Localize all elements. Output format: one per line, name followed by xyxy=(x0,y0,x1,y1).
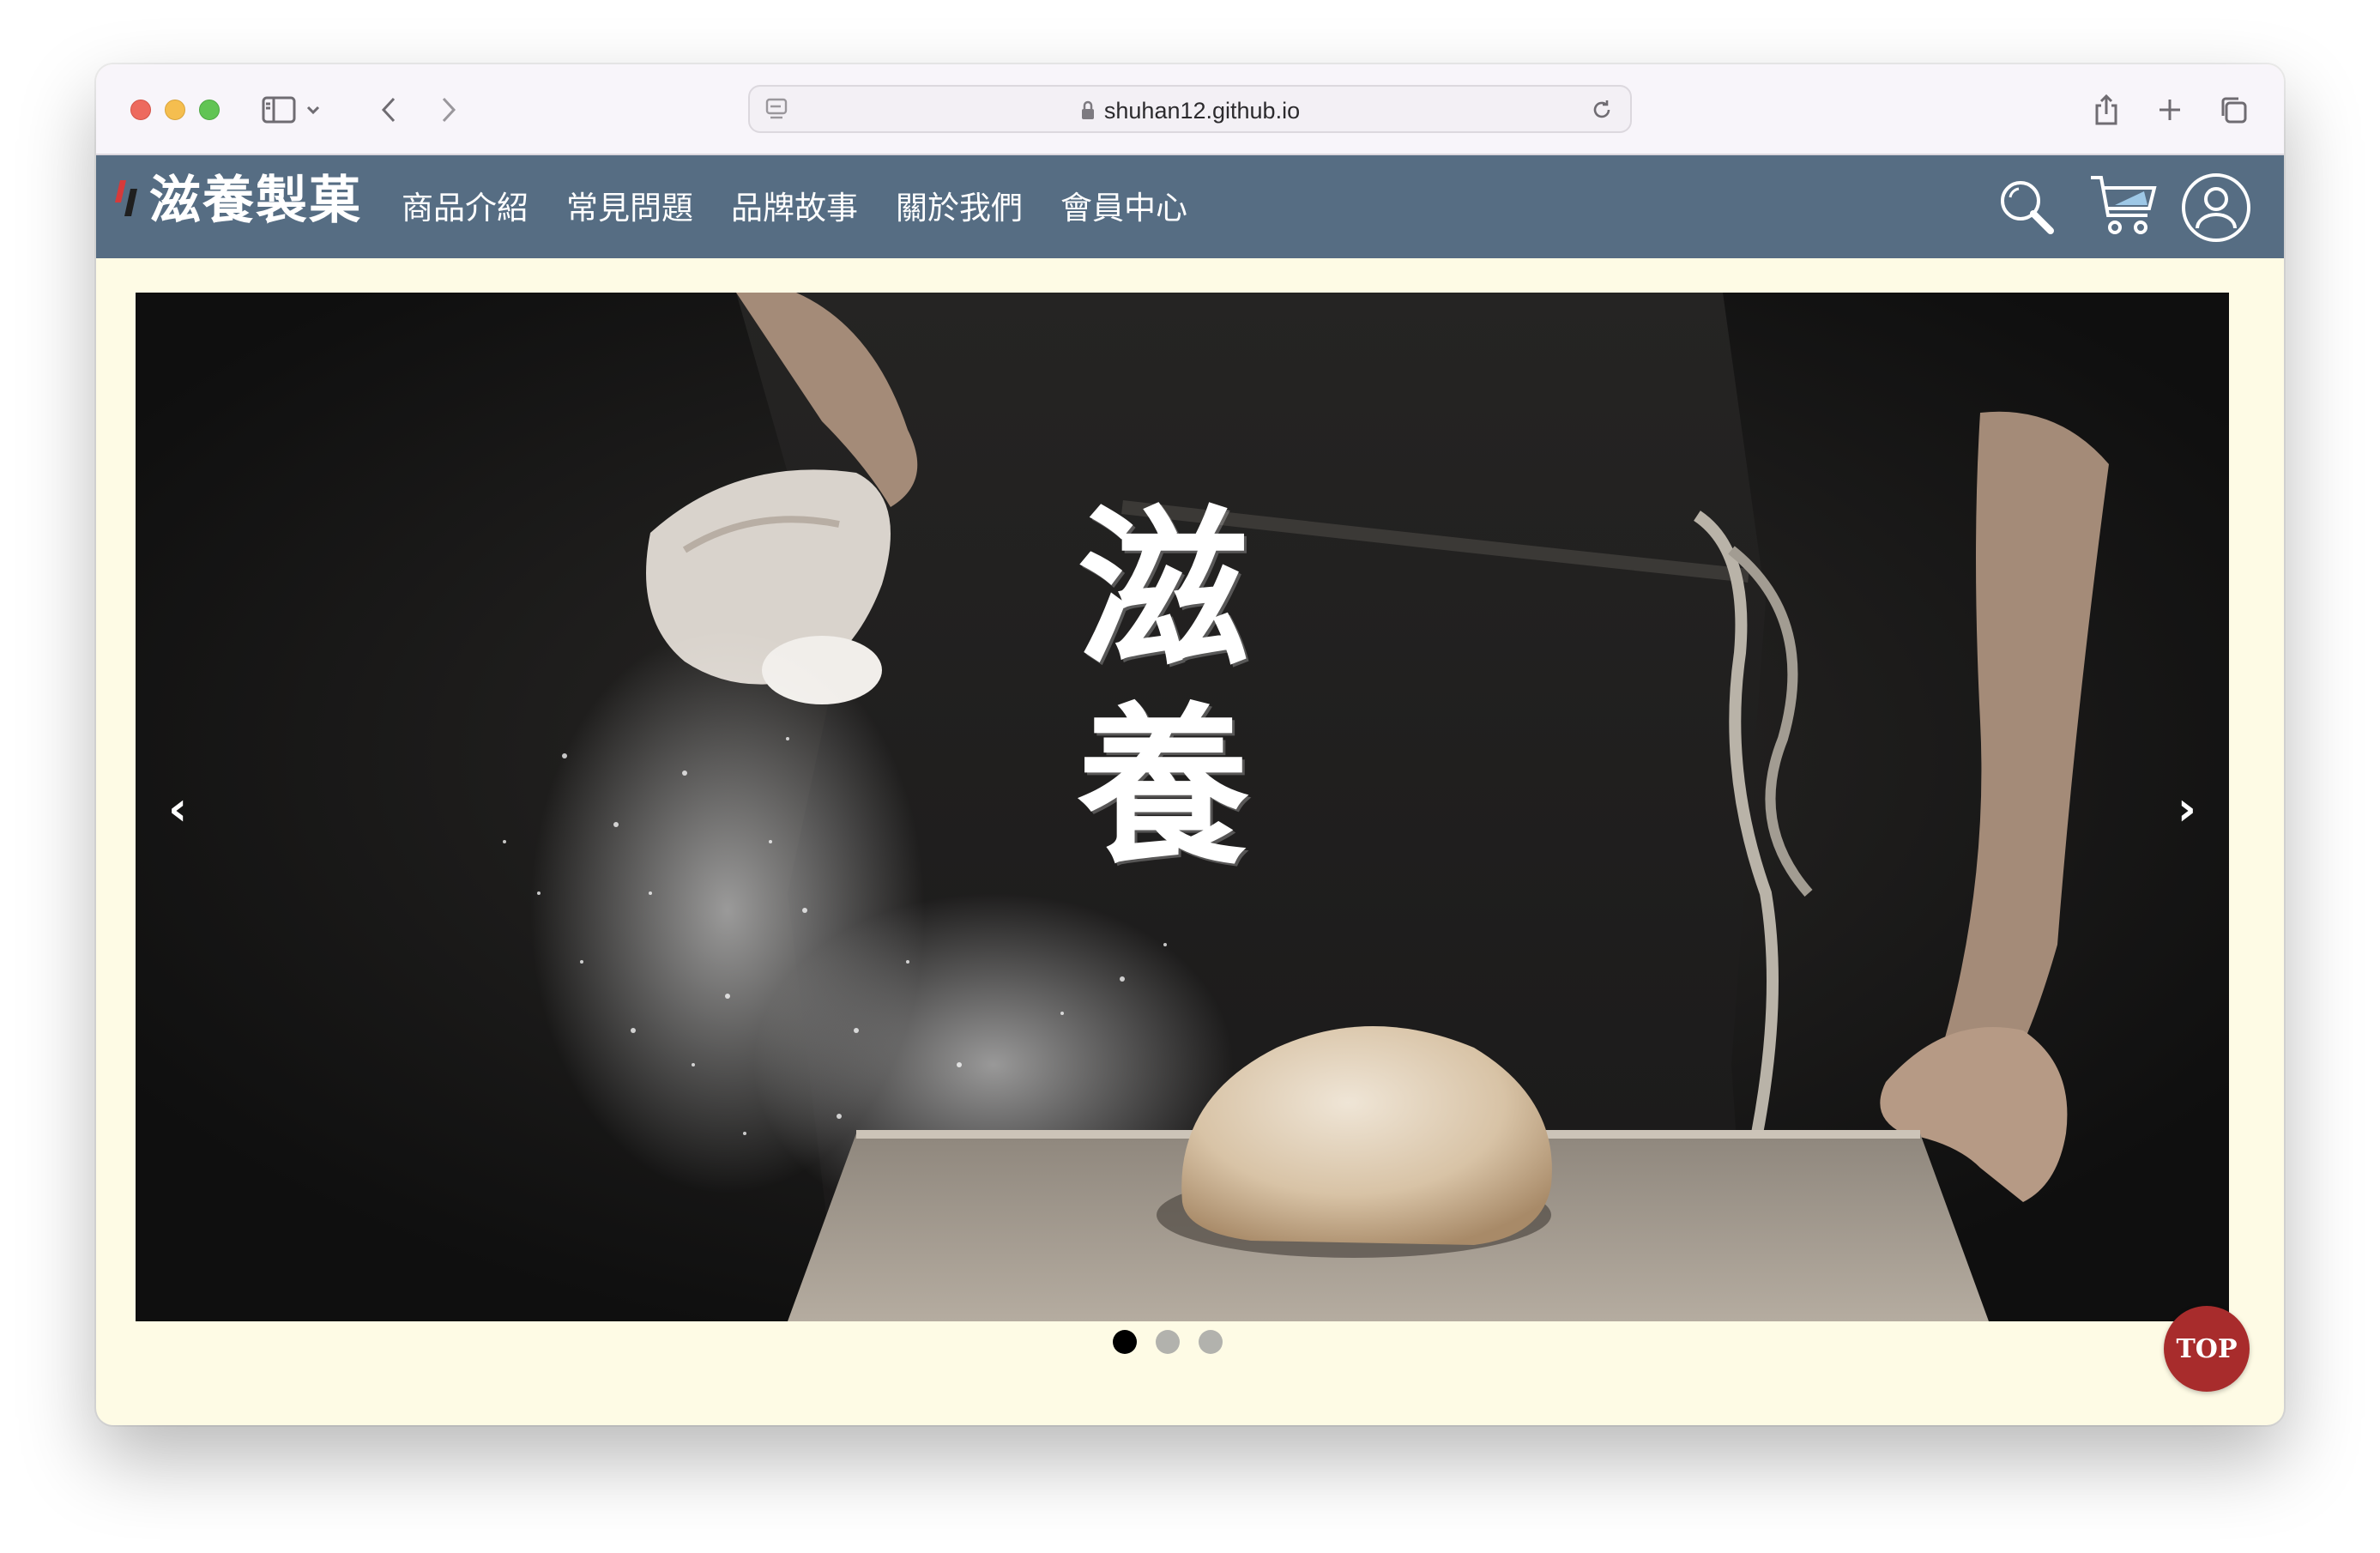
close-window-button[interactable] xyxy=(130,100,151,120)
plus-icon[interactable] xyxy=(2150,90,2190,130)
minimize-window-button[interactable] xyxy=(165,100,185,120)
browser-toolbar: shuhan12.github.io xyxy=(96,64,2284,155)
user-icon[interactable] xyxy=(2179,171,2253,245)
lock-icon xyxy=(1081,100,1094,119)
hero-title: 滋養 xyxy=(1048,499,1249,893)
carousel-dot-1[interactable] xyxy=(1113,1330,1137,1354)
browser-window: shuhan12.github.io 滋養製菓 商品介紹 常見問題 品牌故事 關… xyxy=(96,64,2284,1425)
site-logo[interactable]: 滋養製菓 xyxy=(112,171,362,231)
url-display: shuhan12.github.io xyxy=(750,87,1630,135)
site-header: 滋養製菓 商品介紹 常見問題 品牌故事 關於我們 會員中心 xyxy=(96,155,2284,258)
carousel-dot-2[interactable] xyxy=(1156,1330,1180,1354)
reload-icon[interactable] xyxy=(1582,90,1622,130)
search-icon[interactable] xyxy=(1992,171,2061,243)
carousel-next-button[interactable]: › xyxy=(2178,782,2196,836)
share-icon[interactable] xyxy=(2087,90,2126,130)
main-nav: 商品介紹 常見問題 品牌故事 關於我們 會員中心 xyxy=(402,184,1225,233)
back-to-top-button[interactable]: TOP xyxy=(2164,1306,2250,1392)
address-bar[interactable]: shuhan12.github.io xyxy=(748,85,1632,133)
nav-item-faq[interactable]: 常見問題 xyxy=(566,184,693,233)
chevron-down-icon[interactable] xyxy=(300,90,326,130)
url-text: shuhan12.github.io xyxy=(1103,97,1301,124)
zoom-window-button[interactable] xyxy=(199,100,220,120)
logo-text: 滋養製菓 xyxy=(149,171,362,231)
cart-icon[interactable] xyxy=(2085,171,2162,243)
sidebar-icon[interactable] xyxy=(259,90,299,130)
carousel-prev-button[interactable]: ‹ xyxy=(168,782,187,836)
carousel-indicators xyxy=(1113,1330,1241,1354)
hero-carousel: 滋養 ‹ › xyxy=(136,293,2229,1321)
back-icon[interactable] xyxy=(369,90,408,130)
nav-item-about-us[interactable]: 關於我們 xyxy=(896,184,1023,233)
carousel-dot-3[interactable] xyxy=(1199,1330,1223,1354)
forward-icon[interactable] xyxy=(429,90,468,130)
logo-mark-icon xyxy=(115,180,137,216)
nav-item-member-center[interactable]: 會員中心 xyxy=(1060,184,1187,233)
nav-item-brand-story[interactable]: 品牌故事 xyxy=(731,184,858,233)
tabs-icon[interactable] xyxy=(2214,90,2253,130)
nav-item-products[interactable]: 商品介紹 xyxy=(402,184,529,233)
